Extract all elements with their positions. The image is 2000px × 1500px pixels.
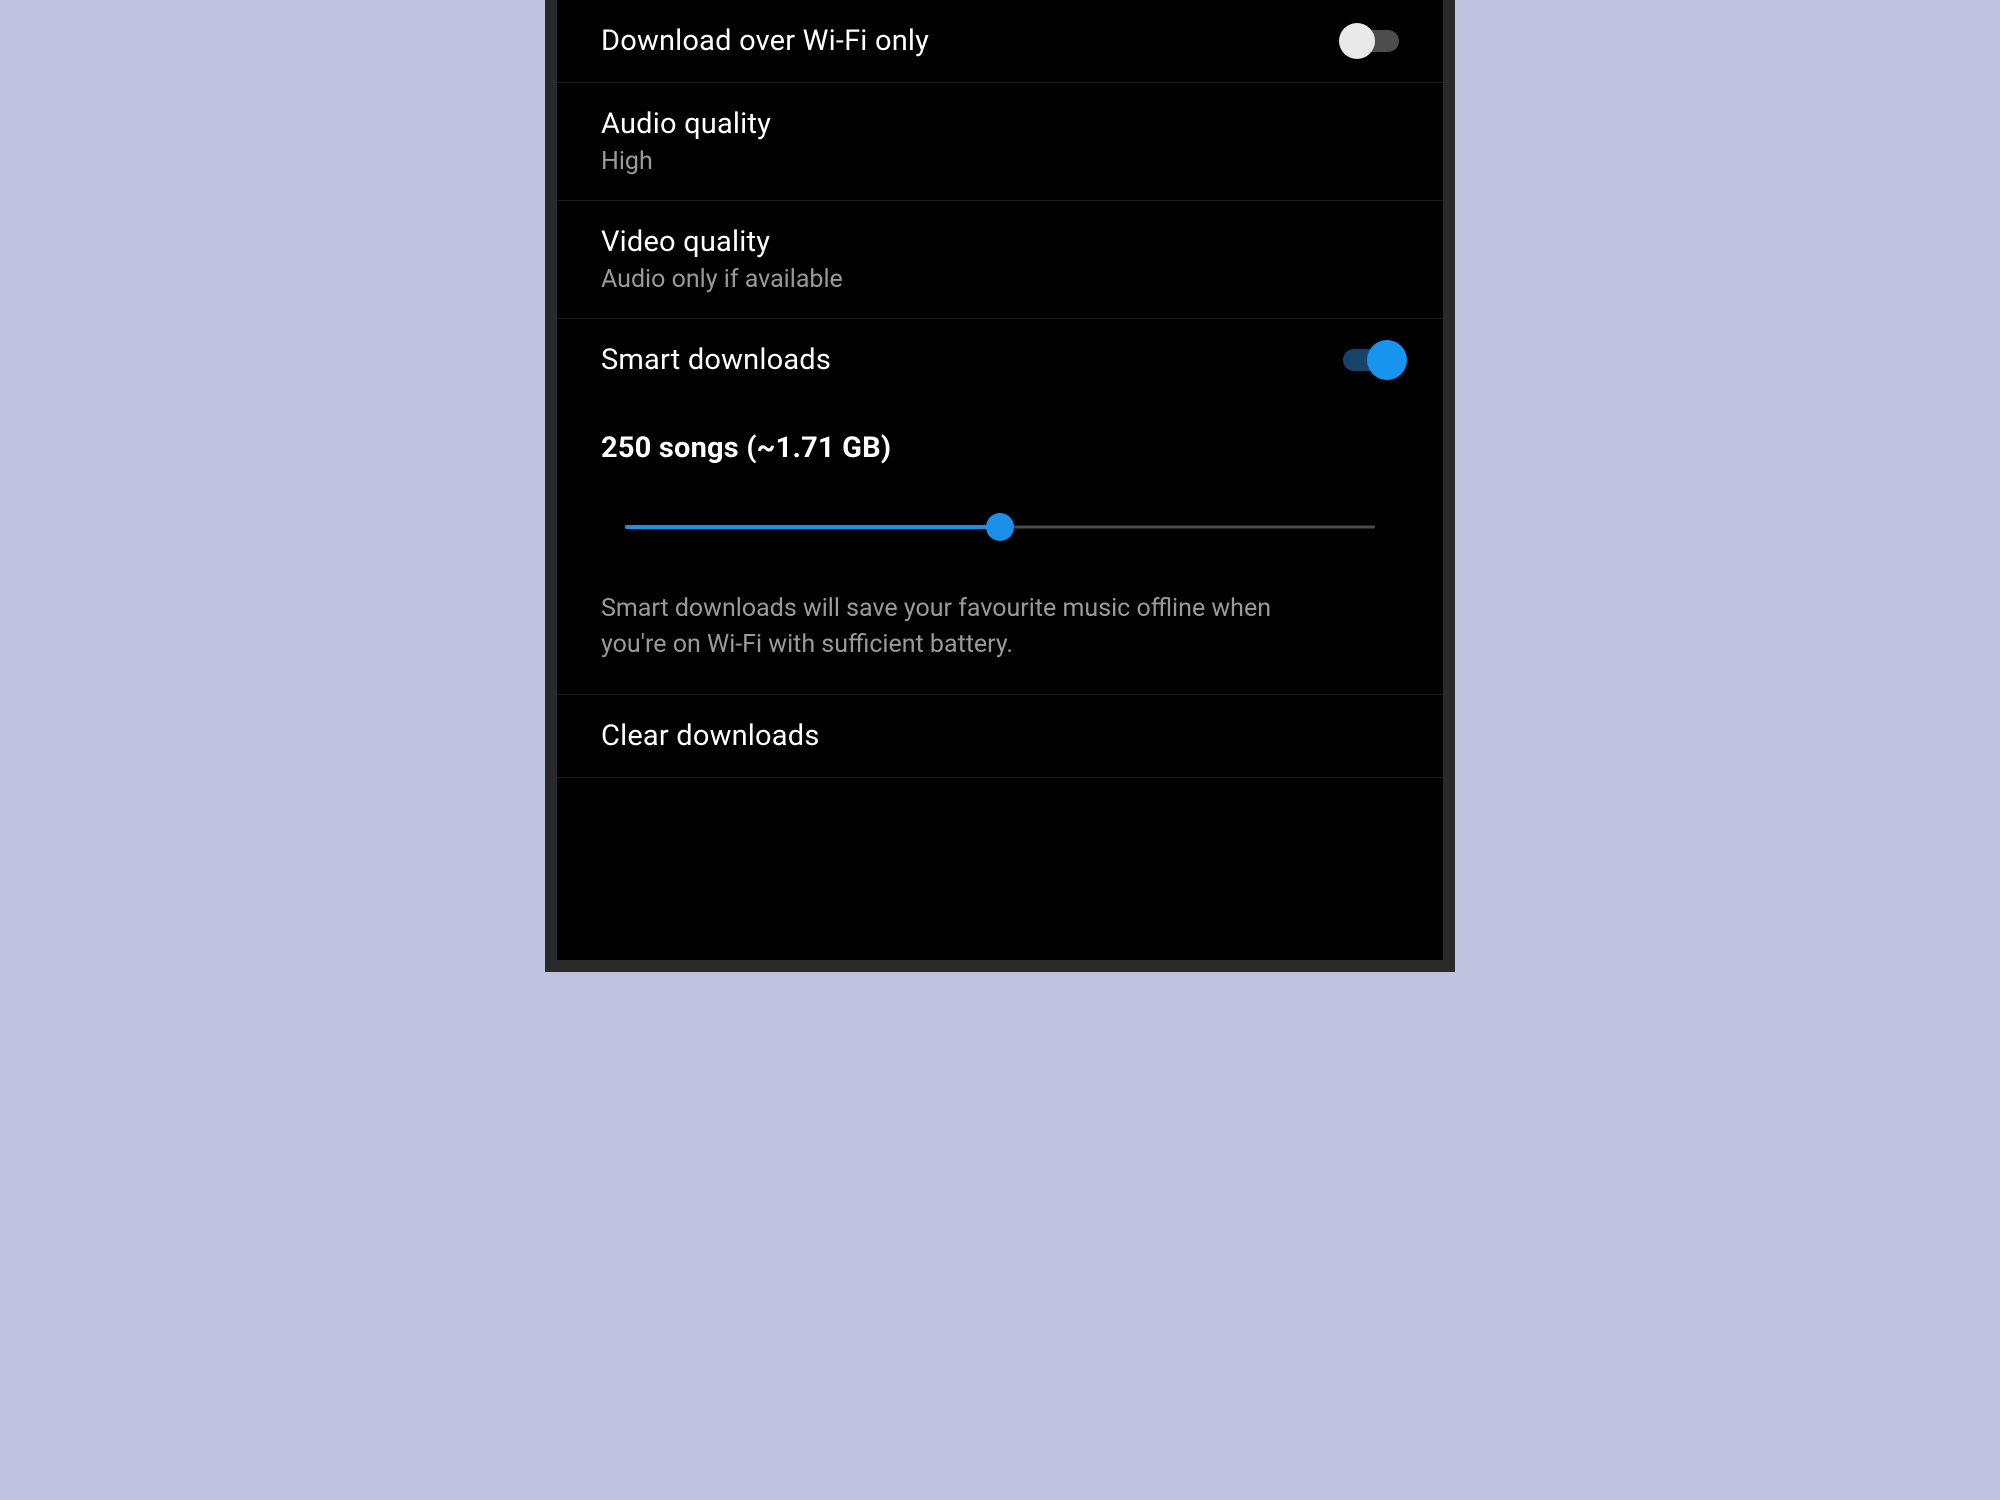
- video-quality-value: Audio only if available: [601, 265, 843, 294]
- row-audio-quality[interactable]: Audio quality High: [557, 83, 1443, 201]
- smart-downloads-description: Smart downloads will save your favourite…: [601, 591, 1321, 664]
- slider-thumb[interactable]: [986, 513, 1014, 541]
- row-smart-downloads: Smart downloads 250 songs (~1.71 GB) Sma…: [557, 319, 1443, 695]
- row-clear-downloads[interactable]: Clear downloads: [557, 695, 1443, 778]
- smart-downloads-toggle[interactable]: [1343, 349, 1399, 371]
- video-quality-label: Video quality: [601, 225, 843, 259]
- toggle-knob: [1339, 23, 1375, 59]
- audio-quality-value: High: [601, 147, 771, 176]
- wifi-only-label: Download over Wi-Fi only: [601, 24, 929, 58]
- smart-downloads-slider[interactable]: [625, 509, 1375, 545]
- row-wifi-only[interactable]: Download over Wi-Fi only: [557, 0, 1443, 83]
- row-video-quality[interactable]: Video quality Audio only if available: [557, 201, 1443, 319]
- wifi-only-toggle[interactable]: [1343, 30, 1399, 52]
- device-frame: Download over Wi-Fi only Audio quality H…: [545, 0, 1455, 972]
- clear-downloads-label: Clear downloads: [601, 719, 820, 753]
- audio-quality-label: Audio quality: [601, 107, 771, 141]
- slider-track-fill: [625, 525, 1000, 529]
- smart-downloads-label: Smart downloads: [601, 343, 831, 377]
- smart-downloads-songs-label: 250 songs (~1.71 GB): [601, 431, 1399, 465]
- smart-downloads-header[interactable]: Smart downloads: [601, 343, 1399, 377]
- settings-screen: Download over Wi-Fi only Audio quality H…: [557, 0, 1443, 960]
- toggle-knob: [1367, 340, 1407, 380]
